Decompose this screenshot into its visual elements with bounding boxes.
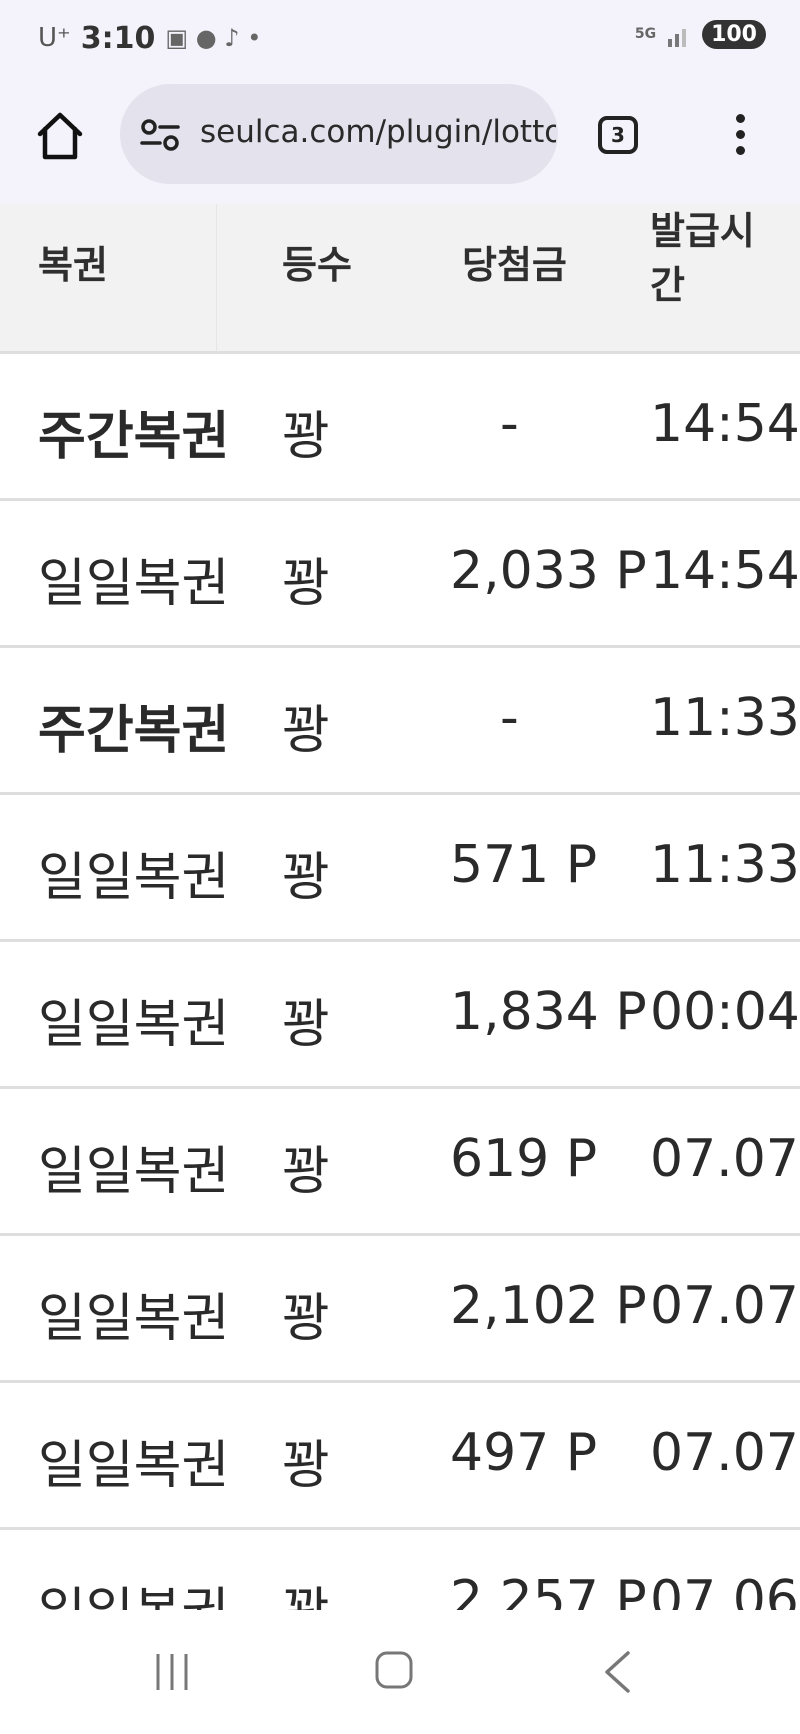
prize-cell: 619 P: [450, 1129, 598, 1189]
url-text[interactable]: seulca.com/plugin/lotto/: [200, 114, 556, 150]
issue-time-cell: 00:04: [650, 982, 800, 1042]
address-bar[interactable]: seulca.com/plugin/lotto/: [120, 84, 558, 184]
table-row: 일일복권 꽝 497 P 07.07: [0, 1383, 800, 1530]
issue-time-cell: 14:54: [650, 541, 800, 601]
lottery-type-cell: 일일복권: [38, 848, 230, 908]
rank-cell: 꽝: [282, 701, 330, 761]
status-bar: U⁺ 3:10 ▣ ● ♪ • 5G 100: [0, 0, 800, 80]
rank-cell: 꽝: [282, 1142, 330, 1202]
issue-time-cell: 07.07: [650, 1129, 799, 1189]
lottery-type-cell: 일일복권: [38, 554, 230, 614]
prize-cell: 497 P: [450, 1423, 598, 1483]
tab-switcher-button[interactable]: 3: [598, 116, 638, 154]
prize-cell: 1,834 P: [450, 982, 647, 1042]
header-time-line2: 간: [650, 263, 685, 307]
header-type: 복권: [38, 243, 108, 287]
rank-cell: 꽝: [282, 1570, 330, 1610]
lottery-history-table: 복권 등수 당첨금 발급시 간 주간복권 꽝 -14:54 일일복권 꽝 2,033 P1…: [0, 204, 800, 1610]
table-header: 복권 등수 당첨금 발급시 간: [0, 204, 800, 354]
system-nav-bar: [0, 1610, 800, 1734]
network-type-icon: 5G: [634, 26, 657, 42]
rank-cell: 꽝: [282, 1289, 330, 1349]
status-left: U⁺ 3:10 ▣ ● ♪ •: [38, 18, 261, 58]
issue-time-cell: 07.07: [650, 1276, 799, 1336]
header-time-line1: 발급시: [650, 209, 755, 253]
rank-cell: 꽝: [282, 848, 330, 908]
issue-time-cell: 11:33: [650, 835, 800, 895]
prize-cell: 2,033 P: [450, 541, 647, 601]
prize-cell: 571 P: [450, 835, 598, 895]
issue-time-cell: 07.06: [650, 1570, 799, 1610]
issue-time-cell: 07.07: [650, 1423, 799, 1483]
table-row: 일일복권 꽝 2,257 P07.06: [0, 1530, 800, 1610]
issue-time-cell: 14:54: [650, 394, 800, 454]
lottery-type-cell: 일일복권: [38, 1289, 230, 1349]
table-row: 일일복권 꽝 2,102 P 07.07: [0, 1236, 800, 1383]
lottery-type-cell: 일일복권: [38, 1142, 230, 1202]
rank-cell: 꽝: [282, 407, 330, 467]
home-icon[interactable]: [34, 110, 86, 162]
header-rank: 등수: [282, 243, 352, 287]
lottery-type-cell: 주간복권: [38, 701, 230, 761]
home-nav-icon[interactable]: [374, 1650, 414, 1690]
lottery-type-cell: 일일복권: [38, 995, 230, 1055]
table-row: 일일복권 꽝 571 P 11:33: [0, 795, 800, 942]
back-icon[interactable]: [600, 1650, 634, 1694]
rank-cell: 꽝: [282, 1436, 330, 1496]
notification-icons: ▣ ● ♪ •: [165, 24, 262, 52]
recent-apps-icon[interactable]: [152, 1652, 192, 1692]
table-row: 주간복권 꽝 - 14:54: [0, 354, 800, 501]
rank-cell: 꽝: [282, 554, 330, 614]
more-menu-icon[interactable]: [728, 110, 752, 160]
signal-icon: [668, 28, 687, 47]
lottery-type-cell: 일일복권: [38, 1436, 230, 1496]
browser-toolbar: seulca.com/plugin/lotto/ 3: [0, 80, 800, 204]
table-row: 주간복권 꽝 - 11:33: [0, 648, 800, 795]
prize-cell: 2,102 P: [450, 1276, 647, 1336]
prize-cell: -: [500, 688, 519, 748]
prize-cell: -: [500, 394, 519, 454]
lottery-type-cell: 주간복권: [38, 407, 230, 467]
battery-indicator: 100: [702, 20, 766, 49]
rank-cell: 꽝: [282, 995, 330, 1055]
table-row: 일일복권 꽝 1,834 P 00:04: [0, 942, 800, 1089]
issue-time-cell: 11:33: [650, 688, 800, 748]
clock: 3:10: [80, 20, 156, 56]
carrier-label: U⁺: [38, 23, 71, 53]
site-settings-icon[interactable]: [140, 118, 180, 152]
status-right: 5G 100: [635, 20, 766, 49]
table-row: 일일복권 꽝 2,033 P 14:54: [0, 501, 800, 648]
prize-cell: 2,257 P: [450, 1570, 647, 1610]
header-divider: [216, 204, 217, 351]
table-row: 일일복권 꽝 619 P 07.07: [0, 1089, 800, 1236]
lottery-type-cell: 일일복권: [38, 1570, 229, 1610]
header-prize: 당첨금: [462, 243, 567, 287]
